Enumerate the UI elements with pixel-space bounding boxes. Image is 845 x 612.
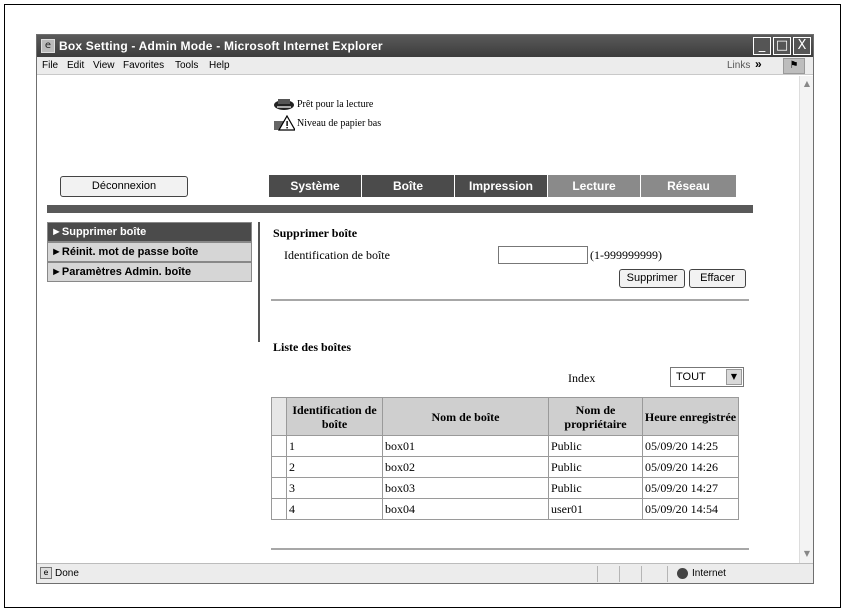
vertical-scrollbar[interactable]: ▲ ▼ — [799, 76, 813, 563]
cell-time: 05/09/20 14:54 — [642, 498, 739, 520]
status-segment — [641, 566, 642, 582]
ie-app-icon: e — [41, 39, 55, 53]
row-marker — [271, 498, 287, 520]
box-list-title: Liste des boîtes — [273, 340, 351, 354]
col-header-id: Identification de boîte — [286, 397, 383, 436]
row-marker — [271, 456, 287, 478]
table-row[interactable]: 3 box03 Public 05/09/20 14:27 — [271, 477, 739, 499]
status-bar: e Done Internet — [37, 563, 813, 583]
status-paper-low-text: Niveau de papier bas — [297, 118, 382, 129]
table-row[interactable]: 1 box01 Public 05/09/20 14:25 — [271, 435, 739, 457]
cell-time: 05/09/20 14:27 — [642, 477, 739, 499]
windows-logo-icon: ⚑ — [783, 58, 805, 74]
menu-edit[interactable]: Edit — [67, 60, 84, 71]
tab-divider-bar — [47, 205, 753, 213]
row-marker — [271, 477, 287, 499]
bottom-divider — [271, 548, 749, 550]
index-select-value: TOUT — [676, 371, 706, 383]
cell-name: box02 — [382, 456, 549, 478]
cell-owner: Public — [548, 477, 643, 499]
row-marker-header — [271, 397, 287, 436]
tab-lecture[interactable]: Lecture — [548, 175, 641, 197]
tab-impression[interactable]: Impression — [455, 175, 548, 197]
delete-button[interactable]: Supprimer — [619, 269, 685, 288]
row-marker — [271, 435, 287, 457]
cell-id: 3 — [286, 477, 383, 499]
cell-id: 1 — [286, 435, 383, 457]
tab-systeme[interactable]: Système — [269, 175, 362, 197]
chevron-down-icon[interactable]: ▼ — [726, 369, 742, 385]
index-select[interactable]: TOUT ▼ — [670, 367, 744, 387]
status-segment — [597, 566, 598, 582]
sidebar-item-delete-box[interactable]: ►Supprimer boîte — [47, 222, 252, 242]
menu-tools[interactable]: Tools — [175, 60, 198, 71]
table-row[interactable]: 2 box02 Public 05/09/20 14:26 — [271, 456, 739, 478]
minimize-button[interactable]: _ — [753, 37, 771, 55]
box-id-label: Identification de boîte — [284, 248, 390, 262]
table-header-row: Identification de boîte Nom de boîte Nom… — [271, 397, 739, 436]
clear-button[interactable]: Effacer — [689, 269, 746, 288]
status-segment — [619, 566, 620, 582]
tab-boite[interactable]: Boîte — [362, 175, 455, 197]
col-header-time: Heure enregistrée — [642, 397, 739, 436]
box-list-table: Identification de boîte Nom de boîte Nom… — [271, 397, 739, 520]
delete-box-title: Supprimer boîte — [273, 226, 358, 240]
status-ready-text: Prêt pour la lecture — [297, 99, 374, 110]
cell-owner: Public — [548, 456, 643, 478]
table-row[interactable]: 4 box04 user01 05/09/20 14:54 — [271, 498, 739, 520]
menu-favorites[interactable]: Favorites — [123, 60, 164, 71]
cell-name: box04 — [382, 498, 549, 520]
maximize-button[interactable]: □ — [773, 37, 791, 55]
cell-owner: user01 — [548, 498, 643, 520]
cell-name: box01 — [382, 435, 549, 457]
browser-window: e Box Setting - Admin Mode - Microsoft I… — [36, 34, 814, 584]
cell-id: 2 — [286, 456, 383, 478]
scroll-down-icon[interactable]: ▼ — [801, 548, 813, 560]
printer-ready-icon — [274, 99, 294, 110]
cell-id: 4 — [286, 498, 383, 520]
index-label: Index — [568, 371, 596, 385]
cell-time: 05/09/20 14:26 — [642, 456, 739, 478]
tab-reseau[interactable]: Réseau — [641, 175, 737, 197]
sidebar-item-admin-settings[interactable]: ►Paramètres Admin. boîte — [47, 262, 252, 282]
status-segment — [667, 566, 668, 582]
paper-warning-icon — [274, 115, 295, 131]
status-done: Done — [55, 568, 79, 579]
box-id-input[interactable] — [498, 246, 588, 264]
page-content: Prêt pour la lecture Niveau de papier ba… — [37, 76, 799, 563]
globe-icon — [677, 568, 688, 579]
sidebar-item-reset-password[interactable]: ►Réinit. mot de passe boîte — [47, 242, 252, 262]
section-divider — [271, 299, 749, 301]
scroll-up-icon[interactable]: ▲ — [801, 78, 813, 90]
sidebar-separator — [258, 222, 260, 342]
cell-time: 05/09/20 14:25 — [642, 435, 739, 457]
cell-owner: Public — [548, 435, 643, 457]
menu-file[interactable]: File — [42, 60, 58, 71]
title-bar: e Box Setting - Admin Mode - Microsoft I… — [37, 35, 813, 57]
menu-bar: File Edit View Favorites Tools Help Link… — [37, 57, 813, 75]
links-chevron-icon[interactable]: » — [755, 57, 762, 71]
window-title: Box Setting - Admin Mode - Microsoft Int… — [59, 39, 383, 53]
col-header-name: Nom de boîte — [382, 397, 549, 436]
menu-help[interactable]: Help — [209, 60, 230, 71]
page-icon: e — [40, 567, 52, 579]
close-button[interactable]: X — [793, 37, 811, 55]
status-zone: Internet — [692, 568, 726, 579]
menu-view[interactable]: View — [93, 60, 115, 71]
cell-name: box03 — [382, 477, 549, 499]
box-id-range: (1-999999999) — [590, 248, 662, 262]
links-toolbar[interactable]: Links — [727, 60, 750, 71]
col-header-owner: Nom de propriétaire — [548, 397, 643, 436]
logout-button[interactable]: Déconnexion — [60, 176, 188, 197]
